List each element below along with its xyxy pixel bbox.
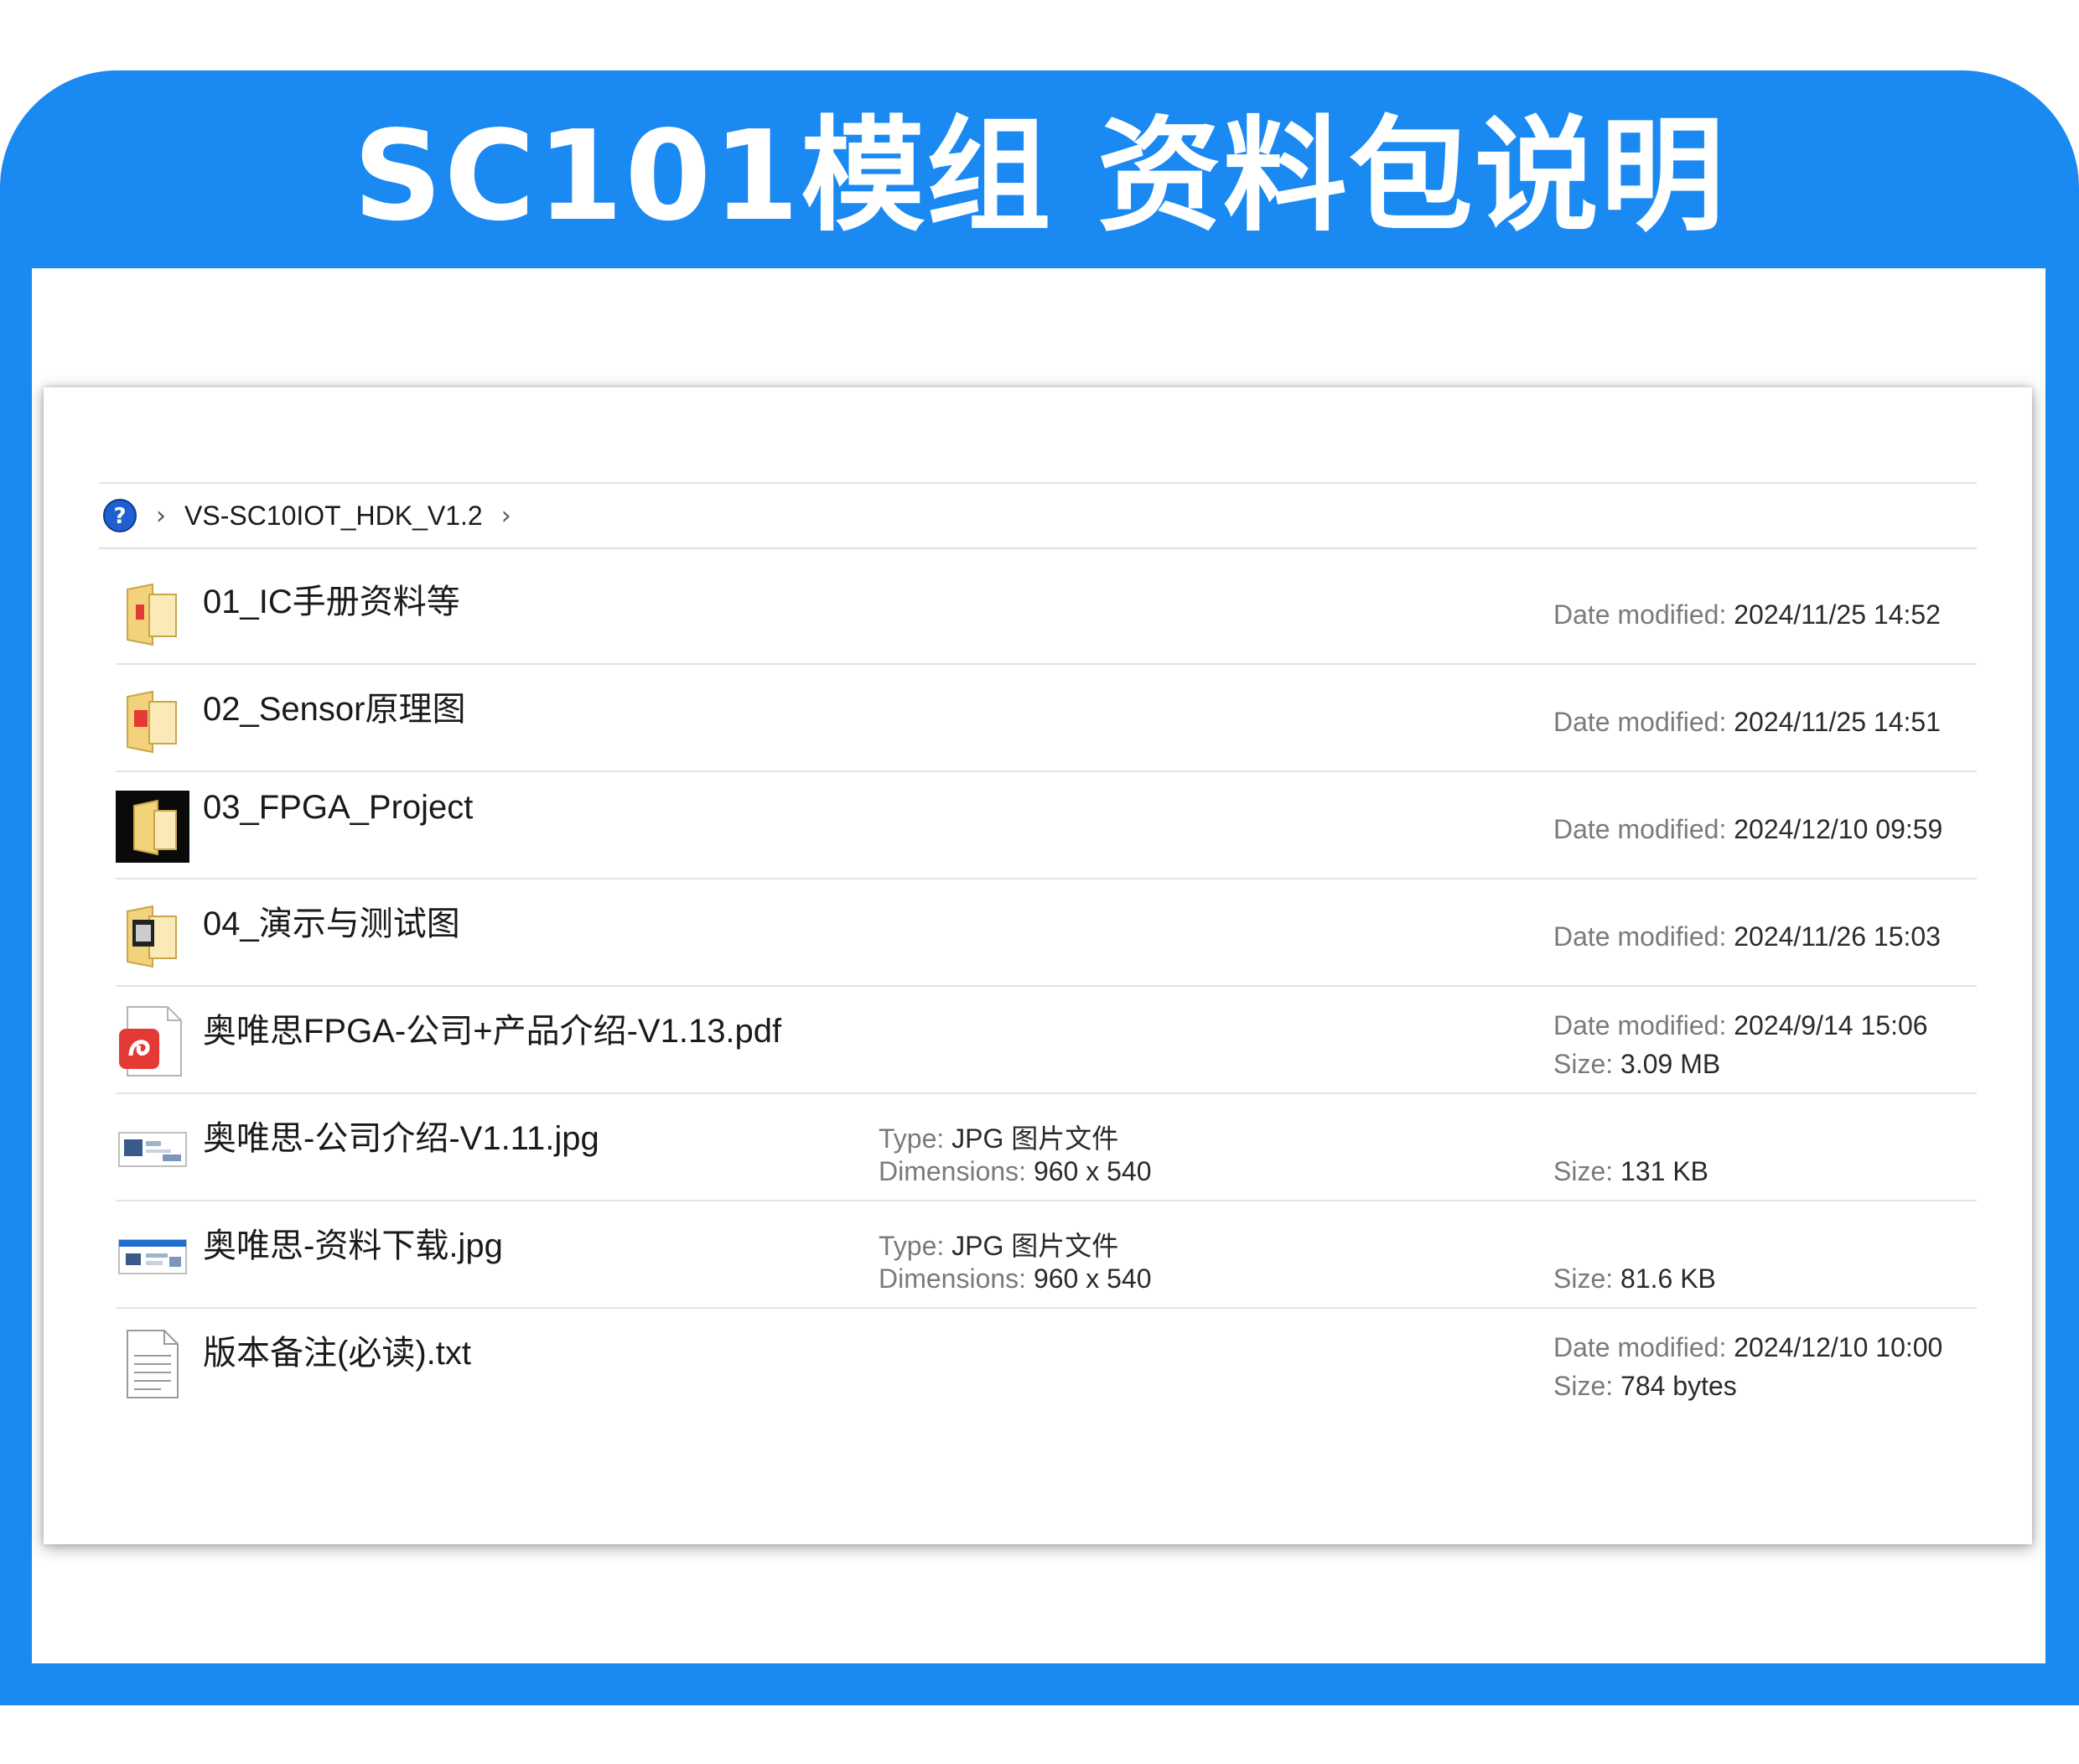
file-type: Type: JPG 图片文件 — [879, 1118, 1118, 1156]
chevron-right-icon: › — [156, 501, 166, 531]
type-value: JPG 图片文件 — [951, 1123, 1119, 1154]
file-name: 04_演示与测试图 — [203, 905, 460, 942]
file-name: 奥唯思-资料下载.jpg — [203, 1227, 503, 1264]
dimensions-value: 960 x 540 — [1033, 1263, 1152, 1294]
file-dimensions: Dimensions: 960 x 540 — [879, 1263, 1152, 1294]
date-modified: Date modified: 2024/12/10 10:00 — [1553, 1332, 1942, 1363]
list-item[interactable]: 版本备注(必读).txt Date modified: 2024/12/10 1… — [116, 1309, 1977, 1416]
file-dimensions: Dimensions: 960 x 540 — [879, 1156, 1152, 1187]
file-size: Size: 784 bytes — [1553, 1371, 1737, 1402]
file-name: 奥唯思FPGA-公司+产品介绍-V1.13.pdf — [203, 1013, 782, 1050]
list-item[interactable]: 02_Sensor原理图 Date modified: 2024/11/25 1… — [116, 665, 1977, 772]
folder-pdf-icon — [116, 680, 189, 757]
folder-pdf-icon — [116, 573, 189, 650]
date-modified: Date modified: 2024/11/25 14:51 — [1553, 707, 1941, 738]
svg-text:?: ? — [113, 504, 126, 529]
dimensions-value: 960 x 540 — [1033, 1156, 1152, 1186]
date-value: 2024/11/25 14:51 — [1734, 707, 1941, 737]
size-label: Size: — [1553, 1263, 1614, 1294]
size-value: 784 bytes — [1620, 1371, 1737, 1401]
file-name: 01_IC手册资料等 — [203, 584, 460, 620]
folder-dark-icon — [116, 787, 189, 864]
date-value: 2024/12/10 10:00 — [1734, 1332, 1943, 1362]
list-item[interactable]: 03_FPGA_Project Date modified: 2024/12/1… — [116, 772, 1977, 879]
date-value: 2024/11/25 14:52 — [1734, 599, 1941, 630]
breadcrumb-folder[interactable]: VS-SC10IOT_HDK_V1.2 — [184, 501, 483, 532]
date-label: Date modified: — [1553, 599, 1727, 630]
size-label: Size: — [1553, 1156, 1614, 1186]
date-value: 2024/11/26 15:03 — [1734, 921, 1941, 952]
size-value: 81.6 KB — [1620, 1263, 1716, 1294]
folder-image-icon — [116, 895, 189, 972]
file-size: Size: 131 KB — [1553, 1156, 1708, 1187]
file-name: 版本备注(必读).txt — [203, 1335, 471, 1372]
date-label: Date modified: — [1553, 1332, 1727, 1362]
list-item[interactable]: 04_演示与测试图 Date modified: 2024/11/26 15:0… — [116, 879, 1977, 987]
date-value: 2024/9/14 15:06 — [1734, 1010, 1928, 1040]
file-size: Size: 81.6 KB — [1553, 1263, 1716, 1294]
text-file-icon — [116, 1324, 189, 1401]
date-modified: Date modified: 2024/11/26 15:03 — [1553, 921, 1941, 952]
date-modified: Date modified: 2024/12/10 09:59 — [1553, 814, 1942, 845]
type-value: JPG 图片文件 — [951, 1231, 1119, 1261]
date-label: Date modified: — [1553, 707, 1727, 737]
date-label: Date modified: — [1553, 921, 1727, 952]
file-name: 02_Sensor原理图 — [203, 691, 466, 728]
dimensions-label: Dimensions: — [879, 1263, 1027, 1294]
date-value: 2024/12/10 09:59 — [1734, 814, 1943, 844]
image-file-icon — [116, 1109, 189, 1186]
date-modified: Date modified: 2024/9/14 15:06 — [1553, 1010, 1928, 1041]
address-bar[interactable]: ? › VS-SC10IOT_HDK_V1.2 › — [99, 482, 1977, 549]
file-type: Type: JPG 图片文件 — [879, 1225, 1118, 1263]
dimensions-label: Dimensions: — [879, 1156, 1027, 1186]
date-modified: Date modified: 2024/11/25 14:52 — [1553, 599, 1941, 630]
list-item[interactable]: 01_IC手册资料等 Date modified: 2024/11/25 14:… — [116, 558, 1977, 665]
size-label: Size: — [1553, 1371, 1614, 1401]
date-label: Date modified: — [1553, 1010, 1727, 1040]
file-name: 03_FPGA_Project — [203, 789, 474, 826]
list-item[interactable]: 奥唯思FPGA-公司+产品介绍-V1.13.pdf Date modified:… — [116, 987, 1977, 1094]
pdf-file-icon — [116, 1002, 189, 1079]
size-value: 3.09 MB — [1620, 1049, 1721, 1079]
banner-title: SC101模组 资料包说明 — [353, 104, 1726, 248]
size-label: Size: — [1553, 1049, 1614, 1079]
type-label: Type: — [879, 1123, 945, 1154]
list-item[interactable]: 奥唯思-资料下载.jpg Type: JPG 图片文件 Dimensions: … — [116, 1201, 1977, 1309]
help-icon[interactable]: ? — [102, 498, 137, 533]
date-label: Date modified: — [1553, 814, 1727, 844]
file-name: 奥唯思-公司介绍-V1.11.jpg — [203, 1120, 599, 1157]
size-value: 131 KB — [1620, 1156, 1708, 1186]
file-size: Size: 3.09 MB — [1553, 1049, 1720, 1080]
type-label: Type: — [879, 1231, 945, 1261]
image-file-icon — [116, 1217, 189, 1294]
list-item[interactable]: 奥唯思-公司介绍-V1.11.jpg Type: JPG 图片文件 Dimens… — [116, 1094, 1977, 1201]
chevron-right-icon[interactable]: › — [501, 501, 511, 531]
